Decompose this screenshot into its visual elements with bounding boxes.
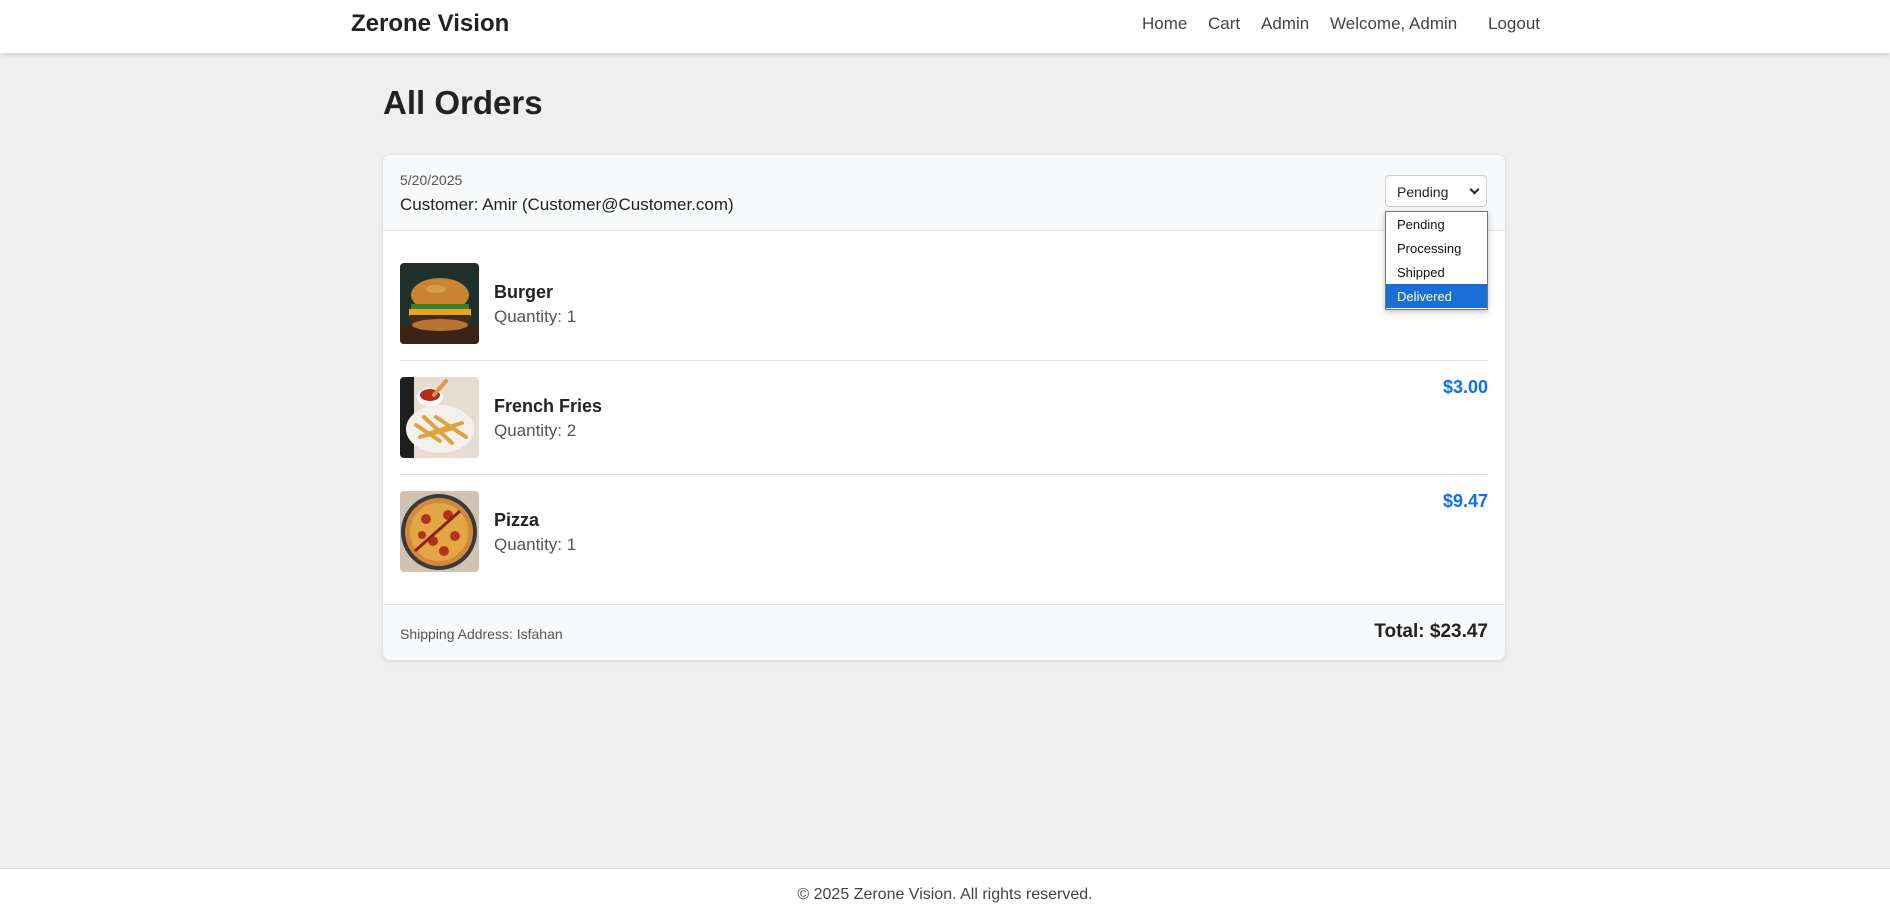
top-navbar: Zerone Vision Home Cart Admin Welcome, A… (0, 0, 1890, 53)
site-footer: © 2025 Zerone Vision. All rights reserve… (0, 868, 1890, 920)
status-dropdown-list: Pending Processing Shipped Delivered (1385, 211, 1488, 310)
pizza-image (400, 491, 479, 572)
nav-home-link[interactable]: Home (1142, 14, 1187, 34)
nav-logout-link[interactable]: Logout (1488, 14, 1540, 34)
welcome-text: Welcome, Admin (1330, 14, 1458, 33)
item-quantity: Quantity: 2 (494, 421, 577, 440)
item-name: Pizza (494, 510, 540, 530)
status-option-delivered[interactable]: Delivered (1386, 284, 1487, 308)
item-price: $9.47 (1442, 491, 1488, 511)
status-option-processing[interactable]: Processing (1386, 236, 1487, 260)
shipping-address: Shipping Address: Isfahan (400, 626, 563, 642)
status-select[interactable]: Pending (1385, 175, 1487, 207)
order-item: Pizza Quantity: 1 $9.47 (400, 491, 1488, 605)
item-name: Burger (494, 282, 554, 302)
nav-cart-link[interactable]: Cart (1208, 14, 1240, 34)
nav-admin-link[interactable]: Admin (1261, 14, 1309, 34)
order-total: Total: $23.47 (1374, 621, 1488, 642)
item-name: French Fries (494, 396, 603, 416)
item-divider (400, 474, 1488, 475)
item-divider (400, 360, 1488, 361)
order-footer: Shipping Address: Isfahan Total: $23.47 (383, 604, 1505, 660)
brand-logo[interactable]: Zerone Vision (351, 10, 509, 38)
order-date: 5/20/2025 (400, 172, 463, 188)
status-select-value: Pending (1397, 184, 1449, 200)
chevron-down-icon (1469, 184, 1480, 195)
french-fries-image (400, 377, 479, 458)
page-title: All Orders (383, 84, 543, 121)
status-option-shipped[interactable]: Shipped (1386, 260, 1487, 284)
order-header: 5/20/2025 Customer: Amir (Customer@Custo… (383, 155, 1505, 231)
burger-image (400, 263, 479, 344)
item-quantity: Quantity: 1 (494, 535, 577, 554)
copyright-text: © 2025 Zerone Vision. All rights reserve… (797, 886, 1093, 903)
status-option-pending[interactable]: Pending (1386, 212, 1487, 236)
order-customer: Customer: Amir (Customer@Customer.com) (400, 195, 734, 214)
order-card: 5/20/2025 Customer: Amir (Customer@Custo… (383, 155, 1505, 660)
item-quantity: Quantity: 1 (494, 307, 577, 326)
item-price: $3.00 (1442, 377, 1488, 397)
